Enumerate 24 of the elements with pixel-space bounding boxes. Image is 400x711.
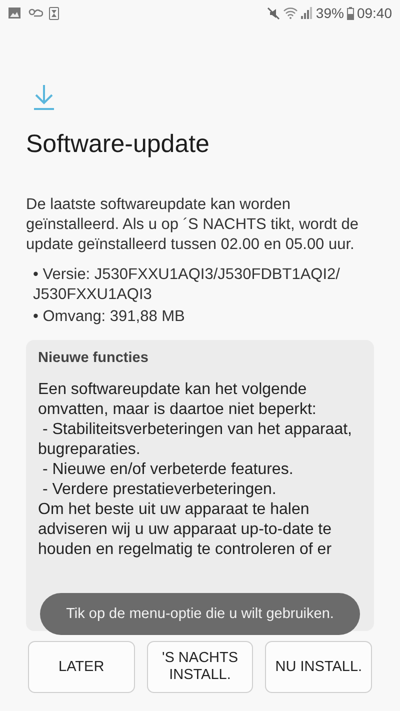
action-button[interactable]: 'S NACHTS INSTALL. [146, 641, 254, 693]
download-icon [33, 84, 55, 110]
detail-text: • Omvang: 391,88 MB [33, 307, 186, 327]
bullet-text: - Stabiliteitsverbeteringen van het apparaat, bugreparaties. [38, 420, 353, 460]
paragraph-text: Een softwareupdate kan het volgende omvatten, maar is daartoe niet beperkt: [38, 380, 318, 420]
paragraph-text: Om het beste uit uw apparaat te halen adviseren wij u uw apparaat up-to-date te houden en regelmatig te controleren of er [38, 500, 333, 560]
toast-message: Tik op de menu-optie die u wilt gebruiken. [40, 593, 360, 635]
wifi-icon [282, 7, 298, 19]
clock: 09:40 [356, 5, 392, 21]
description-text: De laatste softwareupdate kan worden geïnstalleerd. Als u op ´S NACHTS tikt, wordt de update geïnstalleerd tussen 02.00 en 05.00 uur. [26, 195, 360, 255]
bullet-text: - Verdere prestatieverbeteringen. [41, 480, 278, 500]
action-button[interactable]: NU INSTALL. [265, 641, 372, 693]
signal-icon [300, 7, 313, 19]
mute-icon [266, 6, 280, 20]
battery-percentage: 39% [316, 5, 344, 21]
gallery-icon [8, 7, 21, 19]
weather-icon [27, 7, 43, 19]
page-title: Software-update [26, 130, 210, 159]
card-heading: Nieuwe functies [38, 350, 150, 366]
action-button[interactable]: LATER [28, 641, 135, 693]
battery-icon [346, 6, 354, 20]
detail-text: • Versie: J530FXXU1AQI3/J530FDBT1AQI2/ J530FXXU1AQI3 [33, 265, 341, 305]
hourglass-icon [49, 6, 59, 20]
bullet-text: - Nieuwe en/of verbeterde features. [41, 460, 294, 480]
